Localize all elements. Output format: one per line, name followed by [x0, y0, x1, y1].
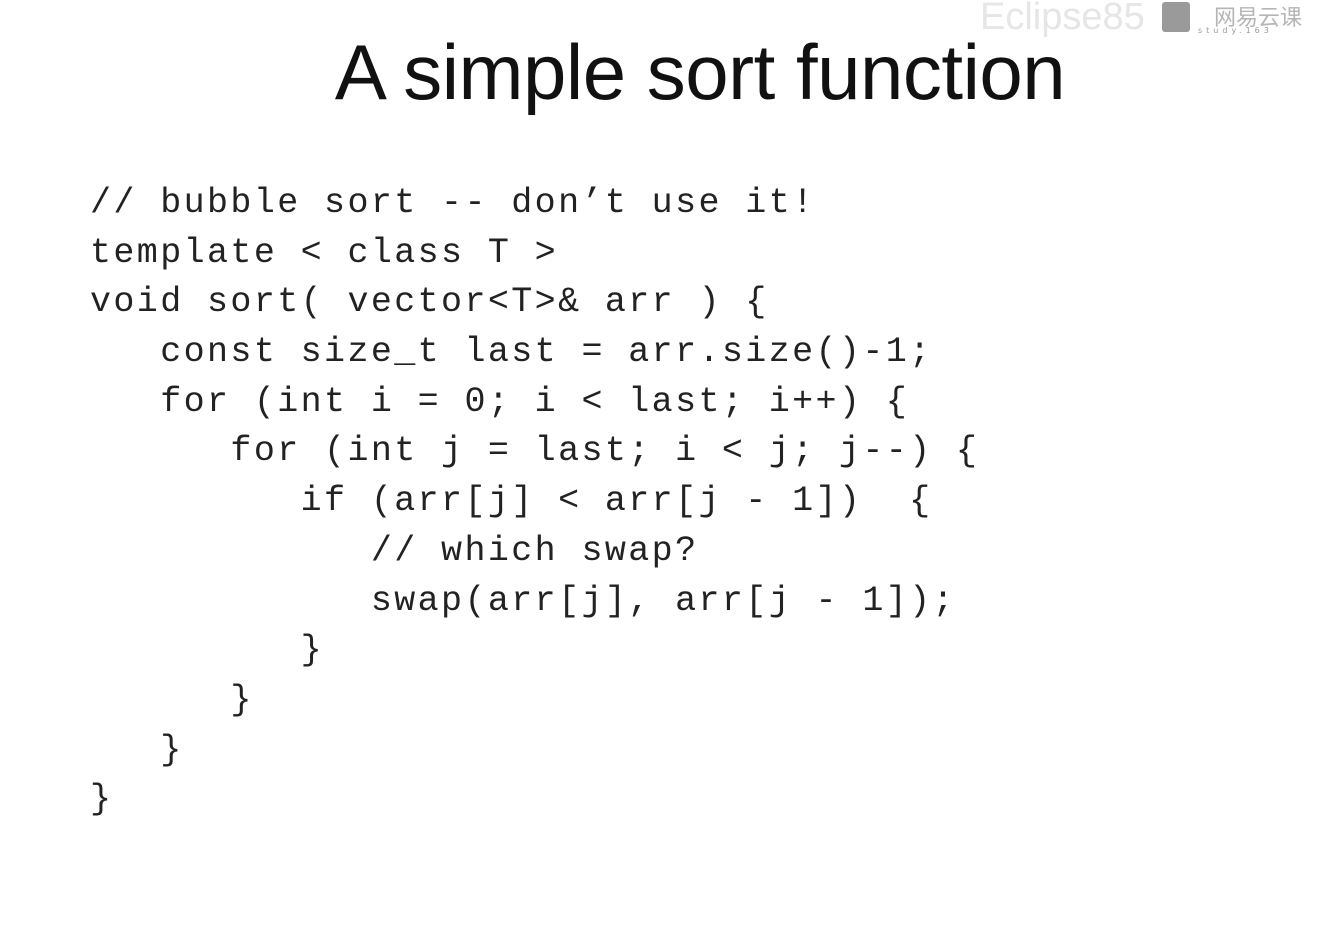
code-line: if (arr[j] < arr[j - 1]) {	[90, 481, 933, 522]
slide: Eclipse85 网易云课 study.163 A simple sort f…	[0, 0, 1326, 952]
code-line: template < class T >	[90, 232, 559, 273]
code-line: for (int i = 0; i < last; i++) {	[90, 381, 910, 422]
code-line: swap(arr[j], arr[j - 1]);	[90, 580, 956, 621]
code-line: // which swap?	[90, 530, 699, 571]
code-line: }	[90, 729, 184, 770]
code-line: }	[90, 630, 325, 671]
code-line: for (int j = last; i < j; j--) {	[90, 431, 980, 472]
code-block: // bubble sort -- don’t use it! template…	[90, 179, 979, 825]
code-line: void sort( vector<T>& arr ) {	[90, 282, 769, 323]
code-line: const size_t last = arr.size()-1;	[90, 332, 933, 373]
code-line: // bubble sort -- don’t use it!	[90, 183, 816, 223]
slide-title: A simple sort function	[334, 28, 1066, 116]
code-line: }	[90, 679, 254, 720]
code-line: }	[90, 779, 114, 820]
